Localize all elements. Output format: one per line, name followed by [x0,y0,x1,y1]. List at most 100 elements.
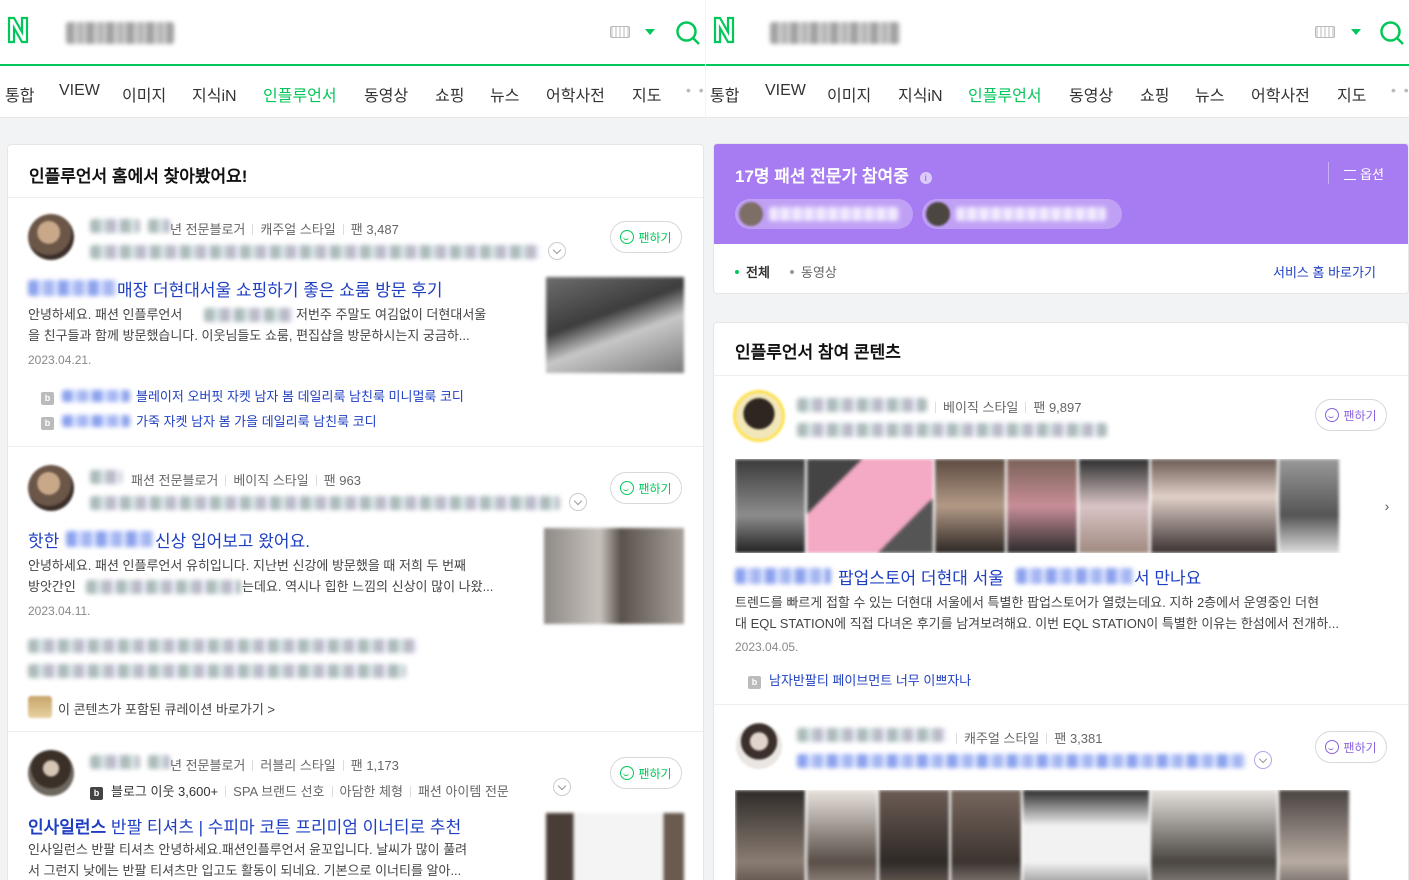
tab-dictionary[interactable]: 어학사전 [1251,82,1310,106]
tab-kin[interactable]: 지식iN [192,82,237,106]
post-title-a[interactable]: 팝업스토어 더현대 서울 [838,564,1004,589]
post-title[interactable]: 매장 더현대서울 쇼핑하기 좋은 쇼룸 방문 후기 [117,276,443,301]
avatar[interactable] [28,465,74,511]
search-bar [0,0,705,66]
avatar[interactable] [736,723,782,769]
carousel-image[interactable] [1279,790,1349,880]
image-carousel[interactable] [735,790,1408,880]
carousel-image[interactable] [935,459,1005,553]
fan-button[interactable]: 팬하기 [610,757,682,789]
related-link[interactable]: b 가죽 자켓 남자 봄 가을 데일리룩 남친룩 코디 [41,411,377,430]
tab-images[interactable]: 이미지 [827,82,871,106]
search-icon[interactable] [1379,20,1405,46]
fan-button[interactable]: 팬하기 [1315,399,1387,431]
blogger-name[interactable] [90,470,122,484]
post-thumbnail[interactable] [544,528,684,624]
tab-video[interactable]: 동영상 [1069,82,1113,106]
tab-all[interactable]: 통합 [5,82,34,106]
avatar[interactable] [736,393,782,439]
title-brand[interactable] [28,280,118,296]
search-query[interactable] [66,22,174,44]
fan-button[interactable]: 팬하기 [1315,731,1387,763]
search-header: 통합 VIEW 이미지 지식iN 인플루언서 동영상 쇼핑 뉴스 어학사전 지도… [0,0,705,118]
title-brand[interactable] [735,568,831,584]
fan-button[interactable]: 팬하기 [610,472,682,504]
keyboard-icon[interactable] [610,26,630,38]
expand-icon[interactable] [1254,751,1272,769]
tab-news[interactable]: 뉴스 [1195,82,1224,106]
fan-button[interactable]: 팬하기 [610,221,682,253]
post-title-prefix[interactable]: 핫한 [28,527,59,552]
tab-more-icon[interactable]: • • [686,82,705,98]
tab-view[interactable]: VIEW [765,82,806,100]
carousel-next-icon[interactable]: › [1374,493,1400,519]
tab-news[interactable]: 뉴스 [490,82,519,106]
filter-video[interactable]: 동영상 [790,262,837,281]
carousel-image[interactable] [1151,459,1277,553]
image-carousel[interactable] [735,459,1408,553]
title-brand-2[interactable] [1016,568,1134,584]
carousel-image[interactable] [951,790,1021,880]
blogger-name[interactable] [90,219,140,233]
tab-all[interactable]: 통합 [710,82,739,106]
post-thumbnail[interactable] [546,277,684,373]
tab-more-icon[interactable]: • • [1391,82,1409,98]
tab-view[interactable]: VIEW [59,82,100,100]
blogger-name[interactable] [797,398,927,412]
search-icon[interactable] [675,20,701,46]
carousel-image[interactable] [735,790,805,880]
tab-video[interactable]: 동영상 [364,82,408,106]
tab-images[interactable]: 이미지 [122,82,166,106]
expert-chip[interactable] [735,199,913,229]
expert-chip[interactable] [922,199,1122,229]
related-link[interactable]: b 남자반팔티 페이브먼트 너무 이쁘자나 [748,670,971,689]
blogger-name[interactable] [90,755,140,769]
carousel-image[interactable] [807,790,877,880]
expand-icon[interactable] [553,778,571,796]
tab-shopping[interactable]: 쇼핑 [1140,82,1169,106]
carousel-image[interactable] [1007,459,1077,553]
filter-all[interactable]: 전체 [735,262,770,281]
naver-logo-icon[interactable] [6,14,30,46]
post-thumbnail[interactable] [546,813,684,880]
post-title[interactable]: 신상 입어보고 왔어요. [155,527,310,552]
title-brand[interactable] [66,531,154,547]
tab-influencer[interactable]: 인플루언서 [263,82,337,106]
tab-shopping[interactable]: 쇼핑 [435,82,464,106]
keyboard-icon[interactable] [1315,26,1335,38]
related-link[interactable]: b 블레이저 오버핏 자켓 남자 봄 데일리룩 남친룩 미니멀룩 코디 [41,386,464,405]
post-meta: 패션 전문블로거 베이직 스타일 팬 963 [131,470,361,489]
related-link-blurred[interactable] [28,639,418,653]
carousel-image[interactable] [1279,459,1339,553]
search-tabs: 통합 VIEW 이미지 지식iN 인플루언서 동영상 쇼핑 뉴스 어학사전 지도… [706,78,1409,108]
tab-dictionary[interactable]: 어학사전 [546,82,605,106]
related-link-blurred[interactable] [28,664,406,678]
avatar[interactable] [28,214,74,260]
carousel-image[interactable] [1079,459,1149,553]
info-icon[interactable]: i [919,172,932,184]
tab-kin[interactable]: 지식iN [898,82,943,106]
carousel-image[interactable] [1023,790,1149,880]
options-button[interactable]: 옵션 [1344,164,1384,183]
tab-map[interactable]: 지도 [1337,82,1366,106]
tab-influencer[interactable]: 인플루언서 [968,82,1042,106]
carousel-image[interactable] [1151,790,1277,880]
search-tabs: 통합 VIEW 이미지 지식iN 인플루언서 동영상 쇼핑 뉴스 어학사전 지도… [0,78,705,108]
chevron-down-icon[interactable] [645,29,655,35]
carousel-image[interactable] [807,459,933,553]
tab-map[interactable]: 지도 [632,82,661,106]
chevron-down-icon[interactable] [1351,29,1361,35]
service-home-link[interactable]: 서비스 홈 바로가기 [1273,262,1376,281]
blog-icon: b [748,676,761,689]
blogger-name[interactable] [797,728,947,742]
carousel-image[interactable] [735,459,805,553]
curation-link[interactable]: 이 콘텐츠가 포함된 큐레이션 바로가기 > [58,699,275,718]
search-query[interactable] [770,22,900,44]
post-title[interactable]: 인사일런스 반팔 티셔츠 | 수피마 코튼 프리미엄 이너티로 추천 [28,813,461,838]
carousel-image[interactable] [879,790,949,880]
naver-logo-icon[interactable] [712,14,736,46]
post-title-b[interactable]: 서 만나요 [1134,564,1201,589]
expand-icon[interactable] [569,493,587,511]
avatar[interactable] [28,750,74,796]
expand-icon[interactable] [548,242,566,260]
